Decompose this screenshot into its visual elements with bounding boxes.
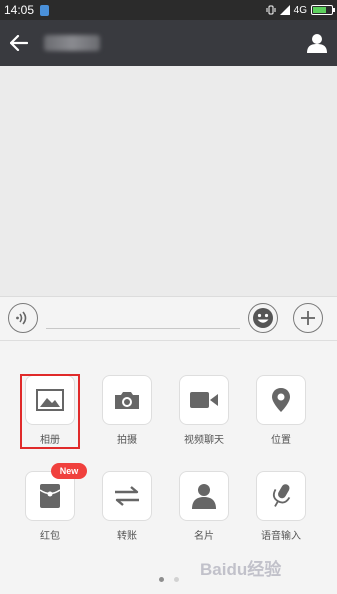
transfer-label: 转账 [117, 531, 137, 542]
title-bar [0, 20, 337, 66]
network-type: 4G [293, 4, 307, 16]
video-chat-label: 视频聊天 [184, 435, 224, 446]
signal-icon [279, 5, 290, 15]
album-tile [25, 375, 75, 425]
status-bar: 14:05 4G [0, 0, 337, 20]
location-pin-icon [272, 388, 290, 412]
location-tile [256, 375, 306, 425]
emoji-button[interactable] [248, 303, 278, 333]
app-contact-card[interactable]: 名片 [173, 471, 235, 542]
transfer-icon [115, 486, 139, 506]
red-packet-icon [39, 484, 61, 508]
app-video-chat[interactable]: 视频聊天 [173, 375, 235, 446]
location-label: 位置 [271, 435, 291, 446]
camera-tile [102, 375, 152, 425]
contact-card-tile [179, 471, 229, 521]
page-dot-1[interactable] [158, 577, 164, 582]
video-chat-tile [179, 375, 229, 425]
vibrate-icon [266, 5, 276, 15]
camera-label: 拍摄 [117, 435, 137, 446]
sim-icon [40, 4, 50, 16]
new-badge: New [51, 463, 87, 479]
status-time: 14:05 [4, 3, 35, 17]
image-icon [36, 389, 64, 411]
contact-card-icon [192, 484, 216, 509]
page-indicator [0, 577, 337, 582]
voice-input-tile [256, 471, 306, 521]
microphone-icon [272, 484, 291, 507]
app-transfer[interactable]: 转账 [96, 471, 158, 542]
emoji-icon [253, 308, 273, 328]
plus-button[interactable] [293, 303, 323, 333]
voice-input-label: 语音输入 [261, 531, 301, 542]
page-dot-2[interactable] [173, 577, 179, 582]
back-button[interactable] [0, 20, 38, 66]
video-icon [190, 392, 218, 408]
transfer-tile [102, 471, 152, 521]
battery-level [313, 7, 326, 13]
arrow-left-icon [10, 35, 28, 51]
app-voice-input[interactable]: 语音输入 [250, 471, 312, 542]
chat-title-redacted [44, 35, 100, 51]
text-input[interactable] [46, 328, 240, 329]
contact-card-label: 名片 [194, 531, 214, 542]
app-camera[interactable]: 拍摄 [96, 375, 158, 446]
voice-icon [16, 311, 27, 325]
plus-icon [301, 311, 315, 325]
profile-button[interactable] [297, 20, 337, 66]
more-functions-panel: 相册 拍摄 视频聊天 位置 红包 New 转账 名片 语音输入 Baidu经验 [0, 340, 337, 594]
chat-message-area[interactable] [0, 66, 337, 296]
camera-icon [115, 392, 139, 409]
battery-icon [311, 5, 335, 15]
album-label: 相册 [40, 435, 60, 446]
app-album[interactable]: 相册 [19, 375, 81, 446]
app-location[interactable]: 位置 [250, 375, 312, 446]
input-bar [0, 296, 337, 340]
app-red-packet[interactable]: 红包 [19, 471, 81, 542]
status-indicators: 4G [266, 4, 335, 16]
person-icon [307, 34, 327, 53]
watermark-brand: Baidu经验 [200, 559, 282, 579]
voice-button[interactable] [8, 303, 38, 333]
red-packet-label: 红包 [40, 531, 60, 542]
